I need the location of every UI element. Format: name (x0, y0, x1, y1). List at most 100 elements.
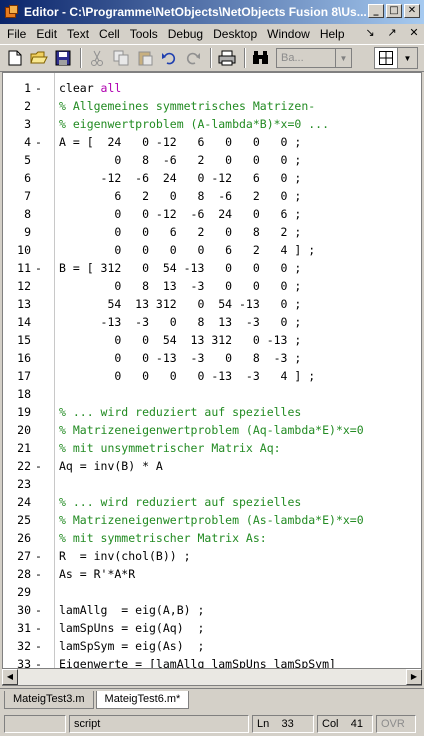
code-text: Aq = inv(B) * A (59, 457, 163, 475)
status-bar: script Ln 33 Col 41 OVR (0, 712, 424, 736)
line-number: 6 (24, 171, 31, 185)
new-file-icon[interactable] (4, 47, 26, 69)
title-bar[interactable]: Editor - C:\Programme\NetObjects\NetObje… (0, 0, 424, 24)
breakpoint-combo[interactable]: Ba... ▼ (276, 48, 352, 68)
code-line[interactable]: 16 0 0 -13 -3 0 8 -3 ; (3, 349, 421, 367)
overwrite-indicator: OVR (376, 715, 416, 733)
breakpoint-marker[interactable]: - (35, 547, 43, 565)
line-number: 32 (17, 639, 31, 653)
layout-selector[interactable]: ▼ (374, 47, 418, 69)
find-icon[interactable] (250, 47, 272, 69)
menu-tools[interactable]: Tools (125, 25, 163, 43)
code-line[interactable]: 2 % Allgemeines symmetrisches Matrizen- (3, 97, 421, 115)
code-line[interactable]: 9 0 0 6 2 0 8 2 ; (3, 223, 421, 241)
undock-icon[interactable]: ↘ (364, 26, 376, 39)
code-line[interactable]: 30- lamAllg = eig(A,B) ; (3, 601, 421, 619)
code-text: lamSpUns = eig(Aq) ; (59, 619, 204, 637)
save-icon[interactable] (52, 47, 74, 69)
code-line[interactable]: 1- clear all (3, 79, 421, 97)
code-line[interactable]: 4- A = [ 24 0 -12 6 0 0 0 ; (3, 133, 421, 151)
dock-icon[interactable]: ↗ (386, 26, 398, 39)
code-line[interactable]: 8 0 0 -12 -6 24 0 6 ; (3, 205, 421, 223)
tab-mateigtest3[interactable]: MateigTest3.m (4, 691, 94, 709)
menu-text[interactable]: Text (62, 25, 94, 43)
close-document-icon[interactable]: ✕ (408, 26, 420, 39)
code-token: lamSpUns = eig(Aq) ; (59, 621, 205, 635)
code-line[interactable]: 27- R = inv(chol(B)) ; (3, 547, 421, 565)
code-token: lamAllg = eig(A,B) ; (59, 603, 205, 617)
scroll-left-icon[interactable]: ◀ (2, 669, 18, 685)
menu-desktop[interactable]: Desktop (208, 25, 262, 43)
status-column: Col 41 (317, 715, 373, 733)
menu-edit[interactable]: Edit (31, 25, 62, 43)
code-line[interactable]: 22- Aq = inv(B) * A (3, 457, 421, 475)
code-line[interactable]: 5 0 8 -6 2 0 0 0 ; (3, 151, 421, 169)
code-line[interactable]: 23 (3, 475, 421, 493)
breakpoint-marker[interactable]: - (35, 457, 43, 475)
code-token: 0 0 6 2 0 8 2 ; (59, 225, 302, 239)
maximize-button[interactable]: □ (386, 4, 402, 18)
scroll-right-icon[interactable]: ▶ (406, 669, 422, 685)
code-line[interactable]: 31- lamSpUns = eig(Aq) ; (3, 619, 421, 637)
line-number: 24 (17, 495, 31, 509)
cut-icon[interactable] (86, 47, 108, 69)
code-token: As = R'*A*R (59, 567, 136, 581)
print-icon[interactable] (216, 47, 238, 69)
line-number: 4 (24, 135, 31, 149)
code-line[interactable]: 7 6 2 0 8 -6 2 0 ; (3, 187, 421, 205)
code-line[interactable]: 20 % Matrizeneigenwertproblem (Aq-lambda*… (3, 421, 421, 439)
code-line[interactable]: 6 -12 -6 24 0 -12 6 0 ; (3, 169, 421, 187)
code-line[interactable]: 18 (3, 385, 421, 403)
code-line[interactable]: 3 % eigenwertproblem (A-lambda*B)*x=0 ... (3, 115, 421, 133)
code-line[interactable]: 11- B = [ 312 0 54 -13 0 0 0 ; (3, 259, 421, 277)
breakpoint-marker[interactable]: - (35, 259, 43, 277)
code-editor[interactable]: 1- clear all 2% Allgemeines symmetrisches … (2, 72, 422, 686)
code-line[interactable]: 29 (3, 583, 421, 601)
code-line[interactable]: 13 54 13 312 0 54 -13 0 ; (3, 295, 421, 313)
code-line[interactable]: 17 0 0 0 0 -13 -3 4 ] ; (3, 367, 421, 385)
code-token: 0 0 -13 -3 0 8 -3 ; (59, 351, 302, 365)
menu-file[interactable]: File (2, 25, 31, 43)
code-line[interactable]: 14 -13 -3 0 8 13 -3 0 ; (3, 313, 421, 331)
minimize-button[interactable]: _ (368, 4, 384, 18)
code-token: -13 -3 0 8 13 -3 0 ; (59, 315, 302, 329)
line-number: 13 (17, 297, 31, 311)
paste-icon[interactable] (134, 47, 156, 69)
copy-icon[interactable] (110, 47, 132, 69)
grid-layout-icon (375, 48, 397, 68)
code-line[interactable]: 15 0 0 54 13 312 0 -13 ; (3, 331, 421, 349)
menu-help[interactable]: Help (315, 25, 350, 43)
menu-cell[interactable]: Cell (94, 25, 125, 43)
code-line[interactable]: 10 0 0 0 0 6 2 4 ] ; (3, 241, 421, 259)
tab-mateigtest6[interactable]: MateigTest6.m* (95, 691, 190, 709)
breakpoint-marker[interactable]: - (35, 637, 43, 655)
code-line[interactable]: 19 % ... wird reduziert auf spezielles (3, 403, 421, 421)
undo-icon[interactable] (158, 47, 180, 69)
line-number: 25 (17, 513, 31, 527)
code-line[interactable]: 26 % mit symmetrischer Matrix As: (3, 529, 421, 547)
breakpoint-marker[interactable]: - (35, 565, 43, 583)
menu-debug[interactable]: Debug (163, 25, 208, 43)
status-spacer (4, 715, 66, 733)
redo-icon[interactable] (182, 47, 204, 69)
breakpoint-marker[interactable]: - (35, 619, 43, 637)
breakpoint-marker[interactable]: - (35, 79, 43, 97)
code-line[interactable]: 25 % Matrizeneigenwertproblem (As-lambda*… (3, 511, 421, 529)
line-number: 26 (17, 531, 31, 545)
breakpoint-marker[interactable]: - (35, 133, 43, 151)
code-text: lamSpSym = eig(As) ; (59, 637, 204, 655)
combo-value: Ba... (281, 52, 304, 64)
code-line[interactable]: 24 % ... wird reduziert auf spezielles (3, 493, 421, 511)
close-button[interactable]: ✕ (404, 4, 420, 18)
menu-window[interactable]: Window (262, 25, 315, 43)
code-text: -13 -3 0 8 13 -3 0 ; (59, 313, 302, 331)
code-line[interactable]: 12 0 8 13 -3 0 0 0 ; (3, 277, 421, 295)
breakpoint-marker[interactable]: - (35, 601, 43, 619)
open-folder-icon[interactable] (28, 47, 50, 69)
code-text: % Allgemeines symmetrisches Matrizen- (59, 97, 315, 115)
code-text: % Matrizeneigenwertproblem (Aq-lambda*E)… (59, 421, 364, 439)
horizontal-scrollbar[interactable]: ◀ ▶ (2, 668, 422, 685)
code-line[interactable]: 28- As = R'*A*R (3, 565, 421, 583)
code-line[interactable]: 21 % mit unsymmetrischer Matrix Aq: (3, 439, 421, 457)
code-line[interactable]: 32- lamSpSym = eig(As) ; (3, 637, 421, 655)
